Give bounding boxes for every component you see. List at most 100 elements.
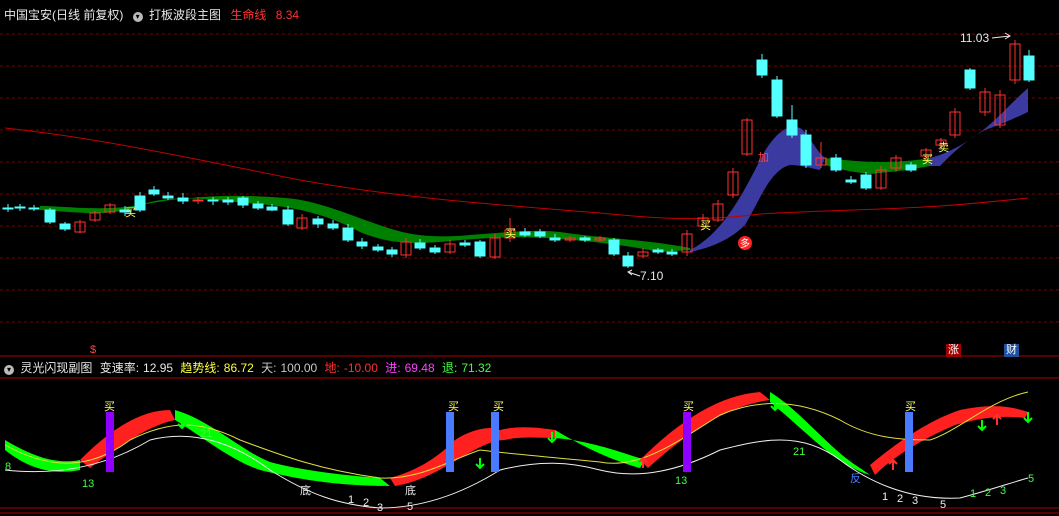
buy-marker-2: 买 xyxy=(505,227,516,240)
candle-body xyxy=(2,207,14,210)
sky-value: 100.00 xyxy=(280,361,318,375)
candle-body xyxy=(59,223,71,230)
candle-body xyxy=(519,231,531,236)
indicator-toggle-icon[interactable]: ▾ xyxy=(132,12,143,22)
candle-body xyxy=(312,218,324,225)
cai-badge[interactable]: 财 xyxy=(1004,344,1019,357)
candle-body xyxy=(252,203,264,209)
signal-bar xyxy=(683,412,691,472)
main-header: 中国宝安(日线 前复权) ▾ 打板波段主图 生命线 8.34 xyxy=(0,6,1059,24)
candle-body xyxy=(845,179,857,183)
sub-ribbon-red-3 xyxy=(500,427,555,440)
candle-body xyxy=(372,246,384,251)
up-arrow-icon xyxy=(992,413,1002,425)
dollar-badge[interactable]: $ xyxy=(88,344,98,357)
sub-buy-marker: 买 xyxy=(493,400,504,413)
candle-body xyxy=(905,164,917,171)
candle-body xyxy=(579,237,591,241)
sub-count-label: 5 xyxy=(407,501,413,513)
candle-body xyxy=(222,199,234,203)
enter-value: 69.48 xyxy=(404,361,435,375)
candle-body xyxy=(386,249,398,255)
candle-body xyxy=(608,239,620,255)
lifeline-value: 8.34 xyxy=(275,8,300,22)
candle-body xyxy=(282,209,294,225)
sub-count-label: 3 xyxy=(377,502,383,514)
sub-header: ▾ 灵光闪现副图 变速率: 12.95 趋势线: 86.72 天: 100.00 地:… xyxy=(0,359,1059,375)
sub-count-label: 21 xyxy=(200,428,212,440)
signal-bar xyxy=(491,412,499,472)
candle-body xyxy=(830,157,842,171)
trend-value: 86.72 xyxy=(223,361,254,375)
up-arrow-icon xyxy=(888,458,898,470)
candle-body xyxy=(429,247,441,253)
candle-body xyxy=(207,199,219,202)
sub-indicator-name[interactable]: 灵光闪现副图 xyxy=(20,359,92,376)
candle-body xyxy=(622,255,634,267)
signal-bar xyxy=(905,412,913,472)
sub-count-label: 8 xyxy=(5,461,11,473)
sub-count-label: 1 xyxy=(882,491,888,503)
sub-count-label: 21 xyxy=(793,446,805,458)
sub-buy-marker: 买 xyxy=(448,400,459,413)
signal-bar xyxy=(446,412,454,472)
candle-body xyxy=(237,197,249,206)
sub-buy-marker: 买 xyxy=(683,400,694,413)
candle-body xyxy=(134,195,146,211)
candle-body xyxy=(474,241,486,257)
sub-count-label: 13 xyxy=(675,475,687,487)
sub-buy-marker: 买 xyxy=(905,400,916,413)
enter-label: 进: xyxy=(385,361,401,375)
sub-count-label: 2 xyxy=(363,497,369,509)
sell-marker: 卖 xyxy=(938,141,949,154)
candle-body xyxy=(800,134,812,166)
low-label: 7.10 xyxy=(640,269,664,283)
candle-body xyxy=(342,227,354,241)
sub-count-label: 5 xyxy=(940,499,946,511)
candle-body xyxy=(28,207,40,210)
candle-body xyxy=(266,206,278,211)
sub-count-label: 1 xyxy=(970,488,976,500)
candle-body xyxy=(414,242,426,249)
buy-marker-3: 买 xyxy=(700,219,711,232)
trend-label: 趋势线: xyxy=(180,361,220,375)
sub-buy-marker: 买 xyxy=(104,400,115,413)
candle-body xyxy=(459,242,471,246)
high-arrow-icon xyxy=(991,32,1011,40)
chart-canvas[interactable]: 买买买买买底 底反132181 2 3 513211 2 3 51 2 35 11.03 7.10… xyxy=(0,0,1059,516)
ribbon-blue-2 xyxy=(930,88,1028,166)
candle-body xyxy=(356,241,368,247)
candle-body xyxy=(756,59,768,76)
sub-ribbon-green-1 xyxy=(5,440,80,472)
sub-count-label: 2 xyxy=(897,493,903,505)
candle-body xyxy=(148,189,160,195)
candle-body xyxy=(14,206,26,209)
ticker-title: 中国宝安(日线 前复权) xyxy=(4,8,124,22)
sub-count-label: 5 xyxy=(1028,473,1034,485)
rate-value: 12.95 xyxy=(143,361,174,375)
sub-count-label: 13 xyxy=(82,478,94,490)
lifeline-label: 生命线 xyxy=(230,8,267,22)
sub-fan-marker: 反 xyxy=(850,472,861,485)
down-arrow-icon xyxy=(977,420,987,432)
candle-body xyxy=(1023,55,1035,81)
add-marker: 加 xyxy=(758,151,769,164)
high-label: 11.03 xyxy=(960,31,989,45)
sub-count-label: 1 xyxy=(348,494,354,506)
candle-body xyxy=(786,119,798,136)
candle-body xyxy=(549,237,561,241)
sub-chart-group: 买买买买买底 底反132181 2 3 513211 2 3 51 2 35 xyxy=(4,391,1034,514)
indicator-name[interactable]: 打板波段主图 xyxy=(149,6,221,23)
candle-body xyxy=(192,199,204,202)
candle-body xyxy=(771,79,783,117)
candle-body xyxy=(177,197,189,202)
duo-marker: 多 xyxy=(740,237,750,250)
exit-label: 退: xyxy=(441,361,458,375)
candle-body xyxy=(964,69,976,89)
rate-label: 变速率: xyxy=(99,361,140,375)
sky-label: 天: xyxy=(261,361,277,375)
zhang-badge[interactable]: 涨 xyxy=(946,344,961,357)
buy-marker-1: 买 xyxy=(125,206,136,219)
sub-indicator-toggle-icon[interactable]: ▾ xyxy=(4,365,14,375)
sub-count-label: 2 xyxy=(985,487,991,499)
